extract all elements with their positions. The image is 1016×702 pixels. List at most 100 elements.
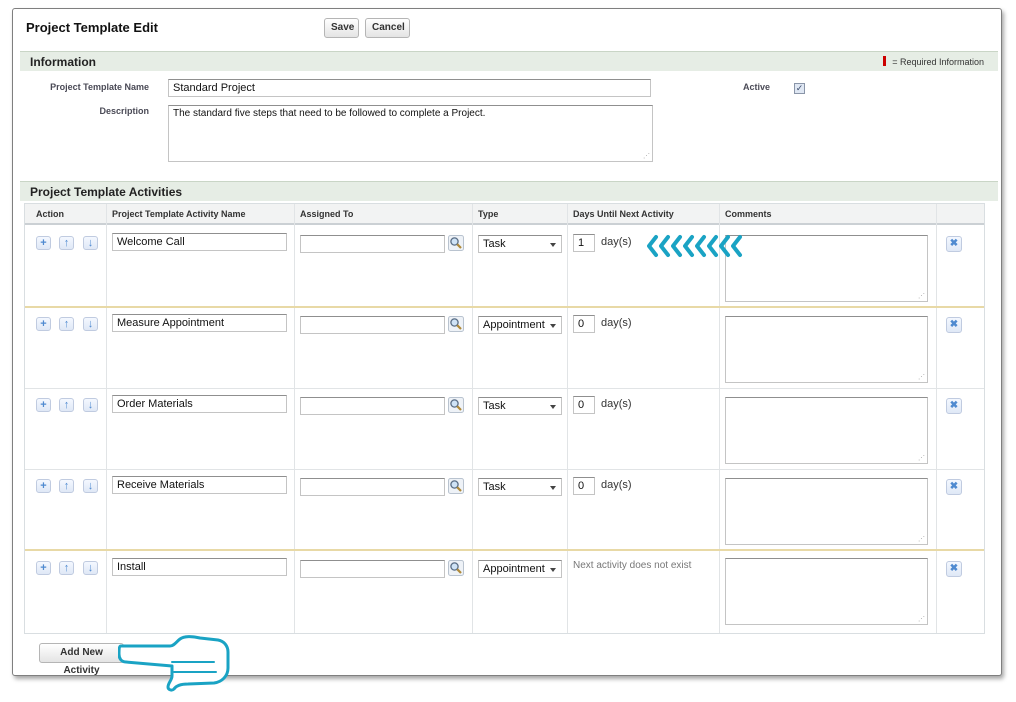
table-header: Action Project Template Activity Name As… — [25, 204, 984, 225]
col-activity-name: Project Template Activity Name — [112, 209, 246, 219]
days-unit: day(s) — [601, 236, 632, 248]
activity-row: + ↑ ↓ Welcome Call Task 1 day(s) ⋰ ✖ — [25, 227, 984, 308]
chevrons-left-icon — [647, 235, 742, 257]
close-icon[interactable]: ✖ — [946, 561, 962, 577]
activities-section-title: Project Template Activities — [30, 185, 183, 199]
resize-grip-icon[interactable]: ⋰ — [918, 615, 925, 623]
col-days: Days Until Next Activity — [573, 209, 674, 219]
description-label: Description — [99, 106, 149, 116]
activity-row: + ↑ ↓ Measure Appointment Appointment 0 … — [25, 308, 984, 389]
comments-textarea[interactable]: ⋰ — [725, 558, 928, 625]
activity-row: + ↑ ↓ Order Materials Task 0 day(s) ⋰ ✖ — [25, 389, 984, 470]
comments-textarea[interactable]: ⋰ — [725, 397, 928, 464]
close-icon[interactable]: ✖ — [946, 479, 962, 495]
chevron-down-icon — [550, 568, 556, 572]
page-title: Project Template Edit — [26, 20, 158, 35]
type-select[interactable]: Appointment — [478, 316, 562, 334]
type-select[interactable]: Task — [478, 235, 562, 253]
activities-table: Action Project Template Activity Name As… — [24, 203, 985, 634]
plus-icon[interactable]: + — [36, 479, 51, 493]
resize-grip-icon[interactable]: ⋰ — [918, 535, 925, 543]
type-value: Appointment — [483, 319, 545, 331]
comments-textarea[interactable]: ⋰ — [725, 235, 928, 302]
arrow-down-icon[interactable]: ↓ — [83, 317, 98, 331]
chevron-down-icon — [550, 405, 556, 409]
arrow-up-icon[interactable]: ↑ — [59, 398, 74, 412]
add-new-activity-button[interactable]: Add New Activity — [39, 643, 124, 676]
comments-textarea[interactable]: ⋰ — [725, 316, 928, 383]
active-label: Active — [742, 82, 770, 92]
plus-icon[interactable]: + — [36, 317, 51, 331]
type-value: Task — [483, 400, 506, 412]
chevron-down-icon — [550, 243, 556, 247]
resize-grip-icon[interactable]: ⋰ — [918, 454, 925, 462]
close-icon[interactable]: ✖ — [946, 398, 962, 414]
magnifier-icon[interactable] — [448, 397, 464, 413]
checkmark-icon: ✓ — [795, 83, 804, 93]
description-text: The standard five steps that need to be … — [173, 108, 486, 119]
arrow-down-icon[interactable]: ↓ — [83, 561, 98, 575]
magnifier-icon[interactable] — [448, 478, 464, 494]
type-select[interactable]: Task — [478, 397, 562, 415]
resize-grip-icon[interactable]: ⋰ — [918, 292, 925, 300]
type-value: Appointment — [483, 563, 545, 575]
magnifier-icon[interactable] — [448, 316, 464, 332]
plus-icon[interactable]: + — [36, 561, 51, 575]
days-unit: day(s) — [601, 398, 632, 410]
close-icon[interactable]: ✖ — [946, 317, 962, 333]
activity-name-input[interactable]: Order Materials — [112, 395, 287, 413]
arrow-up-icon[interactable]: ↑ — [59, 479, 74, 493]
type-select[interactable]: Appointment — [478, 560, 562, 578]
comments-textarea[interactable]: ⋰ — [725, 478, 928, 545]
required-legend-text: = Required Information — [892, 57, 984, 67]
arrow-down-icon[interactable]: ↓ — [83, 398, 98, 412]
chevron-down-icon — [550, 324, 556, 328]
days-input[interactable]: 0 — [573, 396, 595, 414]
assigned-to-input[interactable] — [300, 316, 445, 334]
activity-name-input[interactable]: Receive Materials — [112, 476, 287, 494]
col-assigned-to: Assigned To — [300, 209, 354, 219]
days-unit: day(s) — [601, 479, 632, 491]
days-input[interactable]: 1 — [573, 234, 595, 252]
cancel-button[interactable]: Cancel — [365, 18, 410, 38]
plus-icon[interactable]: + — [36, 236, 51, 250]
template-name-label: Project Template Name — [50, 82, 149, 92]
arrow-up-icon[interactable]: ↑ — [59, 561, 74, 575]
assigned-to-input[interactable] — [300, 560, 445, 578]
information-section-header: Information = Required Information — [20, 51, 998, 71]
save-button[interactable]: Save — [324, 18, 359, 38]
assigned-to-input[interactable] — [300, 397, 445, 415]
next-activity-note: Next activity does not exist — [573, 560, 692, 571]
magnifier-icon[interactable] — [448, 235, 464, 251]
magnifier-icon[interactable] — [448, 560, 464, 576]
template-name-input[interactable]: Standard Project — [168, 79, 651, 97]
activities-section-header: Project Template Activities — [20, 181, 998, 201]
type-value: Task — [483, 481, 506, 493]
activity-name-input[interactable]: Welcome Call — [112, 233, 287, 251]
edit-page: Project Template Edit Save Cancel Inform… — [12, 8, 1002, 676]
activity-name-input[interactable]: Measure Appointment — [112, 314, 287, 332]
arrow-down-icon[interactable]: ↓ — [83, 236, 98, 250]
col-action: Action — [36, 209, 64, 219]
assigned-to-input[interactable] — [300, 235, 445, 253]
col-type: Type — [478, 209, 499, 219]
resize-grip-icon[interactable]: ⋰ — [643, 152, 650, 160]
plus-icon[interactable]: + — [36, 398, 51, 412]
arrow-up-icon[interactable]: ↑ — [59, 317, 74, 331]
activity-name-input[interactable]: Install — [112, 558, 287, 576]
required-marker — [883, 56, 887, 66]
type-value: Task — [483, 238, 506, 250]
activity-row: + ↑ ↓ Receive Materials Task 0 day(s) ⋰ … — [25, 470, 984, 551]
activity-row: + ↑ ↓ Install Appointment Next activity … — [25, 552, 984, 631]
assigned-to-input[interactable] — [300, 478, 445, 496]
type-select[interactable]: Task — [478, 478, 562, 496]
resize-grip-icon[interactable]: ⋰ — [918, 373, 925, 381]
information-section-title: Information — [30, 55, 96, 69]
arrow-up-icon[interactable]: ↑ — [59, 236, 74, 250]
days-input[interactable]: 0 — [573, 315, 595, 333]
close-icon[interactable]: ✖ — [946, 236, 962, 252]
active-checkbox[interactable]: ✓ — [794, 83, 805, 94]
days-input[interactable]: 0 — [573, 477, 595, 495]
description-textarea[interactable]: The standard five steps that need to be … — [168, 105, 653, 162]
arrow-down-icon[interactable]: ↓ — [83, 479, 98, 493]
